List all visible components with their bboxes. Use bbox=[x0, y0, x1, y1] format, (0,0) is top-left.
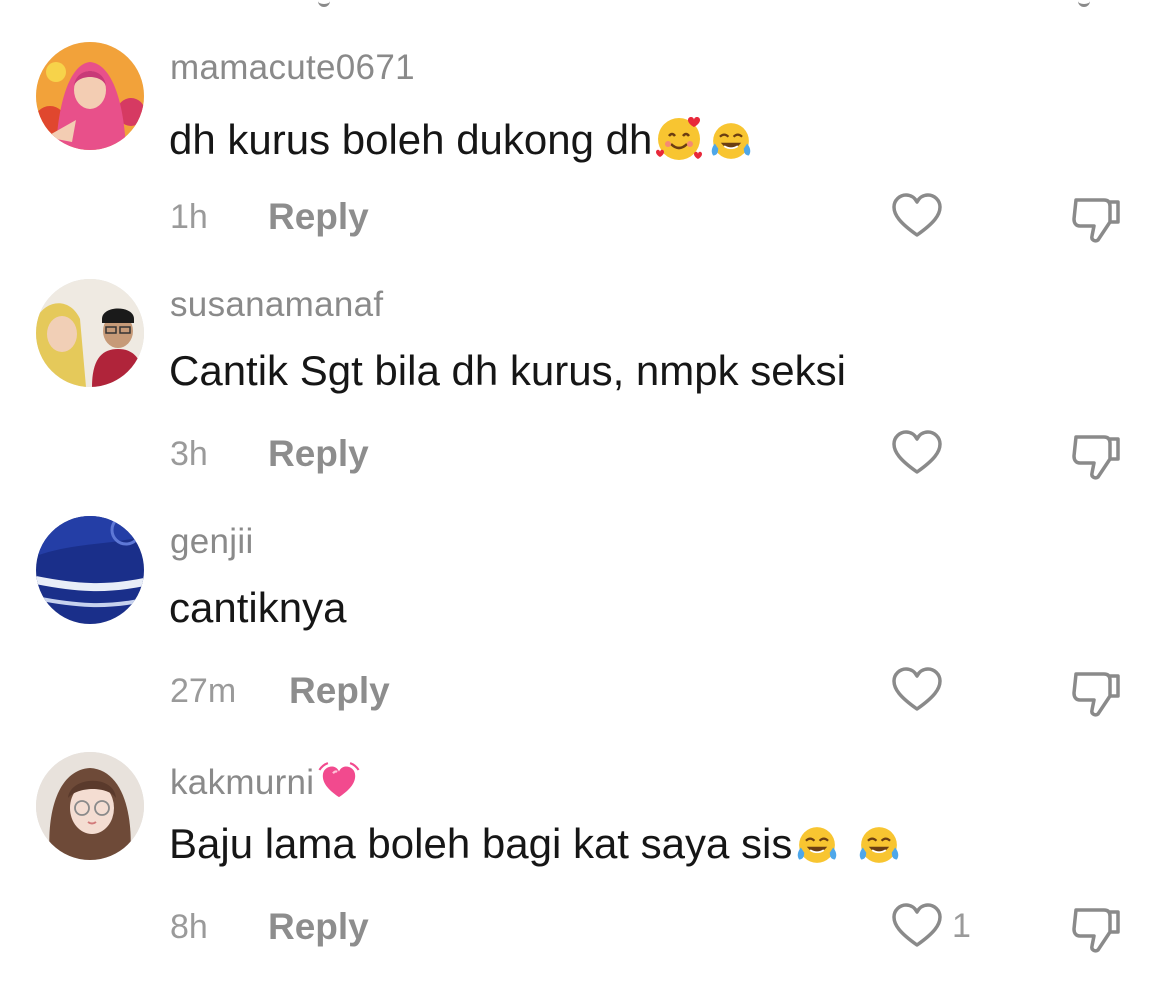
thumbs-down-icon bbox=[1072, 672, 1120, 717]
comment-item: mamacute0671 dh kurus boleh dukong dh 1h… bbox=[0, 40, 1162, 276]
comment-text-content: Cantik Sgt bila dh kurus, nmpk seksi bbox=[169, 347, 846, 394]
comment-text: cantiknya bbox=[169, 584, 346, 632]
dislike-button[interactable] bbox=[1068, 664, 1124, 720]
comment-text: Cantik Sgt bila dh kurus, nmpk seksi bbox=[169, 347, 846, 395]
dislike-button[interactable] bbox=[1068, 427, 1124, 483]
comment-text-content: cantiknya bbox=[169, 584, 347, 631]
avatar[interactable] bbox=[36, 752, 144, 860]
smiling-face-with-hearts-emoji bbox=[652, 110, 706, 164]
like-button[interactable] bbox=[890, 190, 952, 242]
comment-item: kakmurni Baju lama boleh bagi kat saya s… bbox=[0, 750, 1162, 984]
tears-of-joy-emoji bbox=[856, 822, 902, 868]
avatar[interactable] bbox=[36, 279, 144, 387]
heart-icon bbox=[892, 903, 942, 947]
comment-timestamp: 8h bbox=[170, 908, 208, 946]
like-button[interactable]: 1 bbox=[890, 900, 971, 952]
username-text: kakmurni bbox=[170, 763, 315, 802]
growing-heart-emoji bbox=[316, 758, 362, 804]
dislike-button[interactable] bbox=[1068, 900, 1124, 956]
comment-timestamp: 3h bbox=[170, 435, 208, 473]
comments-page: mamacute0671 dh kurus boleh dukong dh 1h… bbox=[0, 0, 1162, 984]
previous-comment-fragment bbox=[0, 0, 1162, 7]
comment-timestamp: 1h bbox=[170, 198, 208, 236]
dislike-button[interactable] bbox=[1068, 190, 1124, 246]
like-button[interactable] bbox=[890, 664, 952, 716]
reply-button[interactable]: Reply bbox=[268, 196, 369, 238]
comment-item: genjii cantiknya 27m Reply bbox=[0, 514, 1162, 750]
heart-icon bbox=[892, 430, 942, 474]
thumbs-down-icon bbox=[1072, 198, 1120, 243]
comment-username[interactable]: kakmurni bbox=[170, 758, 362, 804]
comment-username[interactable]: genjii bbox=[170, 522, 254, 562]
like-button[interactable] bbox=[890, 427, 952, 479]
comment-text: Baju lama boleh bagi kat saya sis bbox=[169, 820, 902, 868]
comment-item: susanamanaf Cantik Sgt bila dh kurus, nm… bbox=[0, 277, 1162, 513]
avatar[interactable] bbox=[36, 42, 144, 150]
reply-button[interactable]: Reply bbox=[268, 433, 369, 475]
heart-icon bbox=[892, 193, 942, 237]
comment-text-content: dh kurus boleh dukong dh bbox=[169, 116, 653, 163]
comment-username[interactable]: mamacute0671 bbox=[170, 48, 415, 88]
comment-text: dh kurus boleh dukong dh bbox=[169, 110, 754, 164]
comment-username[interactable]: susanamanaf bbox=[170, 285, 383, 325]
reply-button[interactable]: Reply bbox=[268, 906, 369, 948]
heart-icon bbox=[892, 667, 942, 711]
tears-of-joy-emoji bbox=[794, 822, 840, 868]
avatar[interactable] bbox=[36, 516, 144, 624]
thumbs-down-icon bbox=[1072, 435, 1120, 480]
comment-timestamp: 27m bbox=[170, 672, 237, 710]
comment-text-content: Baju lama boleh bagi kat saya sis bbox=[169, 820, 793, 867]
thumbs-down-icon bbox=[1072, 908, 1120, 953]
reply-button[interactable]: Reply bbox=[289, 670, 390, 712]
like-count: 1 bbox=[952, 906, 971, 945]
tears-of-joy-emoji bbox=[708, 118, 754, 164]
